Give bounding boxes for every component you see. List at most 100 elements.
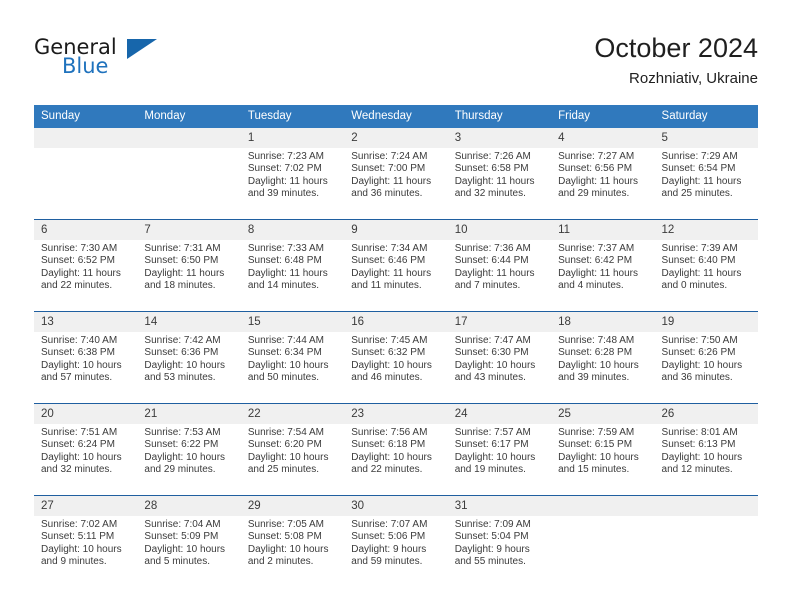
day-cell[interactable]: Sunrise: 7:50 AM Sunset: 6:26 PM Dayligh… xyxy=(654,332,758,403)
sunset-text: Sunset: 5:09 PM xyxy=(144,531,219,543)
day-number: 8 xyxy=(240,220,345,240)
day-cell[interactable]: Sunrise: 7:44 AM Sunset: 6:34 PM Dayligh… xyxy=(240,332,345,403)
sunset-text: Sunset: 6:32 PM xyxy=(351,347,426,359)
week-3-info-row: Sunrise: 7:40 AM Sunset: 6:38 PM Dayligh… xyxy=(34,332,758,403)
sunrise-text: Sunrise: 7:31 AM xyxy=(144,243,221,254)
day-cell[interactable]: Sunrise: 8:01 AM Sunset: 6:13 PM Dayligh… xyxy=(654,424,758,495)
day-number xyxy=(34,128,138,148)
daylight-text-line2: and 19 minutes. xyxy=(454,464,526,476)
day-cell[interactable]: Sunrise: 7:59 AM Sunset: 6:15 PM Dayligh… xyxy=(551,424,655,495)
day-cell[interactable]: Sunrise: 7:47 AM Sunset: 6:30 PM Dayligh… xyxy=(447,332,552,403)
day-cell[interactable]: Sunrise: 7:33 AM Sunset: 6:48 PM Dayligh… xyxy=(240,240,345,311)
weekday-header-friday: Friday xyxy=(551,105,655,128)
week-5-daynum-row: 27 28 29 30 31 xyxy=(34,496,758,516)
daylight-text-line1: Daylight: 10 hours xyxy=(144,359,226,371)
sunrise-text: Sunrise: 7:44 AM xyxy=(247,335,324,346)
sunrise-text: Sunrise: 7:40 AM xyxy=(41,335,118,346)
day-number: 12 xyxy=(654,220,758,240)
day-cell[interactable]: Sunrise: 7:34 AM Sunset: 6:46 PM Dayligh… xyxy=(344,240,448,311)
day-cell[interactable]: Sunrise: 7:05 AM Sunset: 5:08 PM Dayligh… xyxy=(240,516,345,587)
day-number: 22 xyxy=(240,404,345,424)
sunrise-text: Sunrise: 7:56 AM xyxy=(351,427,428,438)
sunrise-text: Sunrise: 7:51 AM xyxy=(41,427,118,438)
sunrise-text: Sunrise: 7:47 AM xyxy=(454,335,531,346)
sunrise-text: Sunrise: 7:37 AM xyxy=(558,243,635,254)
sunrise-text: Sunrise: 7:57 AM xyxy=(454,427,531,438)
sunset-text: Sunset: 5:06 PM xyxy=(351,531,426,543)
sunset-text: Sunset: 6:40 PM xyxy=(661,255,736,267)
sunrise-text: Sunrise: 8:01 AM xyxy=(661,427,738,438)
page-title: October 2024 xyxy=(594,33,758,63)
day-cell[interactable]: Sunrise: 7:31 AM Sunset: 6:50 PM Dayligh… xyxy=(137,240,241,311)
sunset-text: Sunset: 6:50 PM xyxy=(144,255,219,267)
day-cell-empty xyxy=(551,516,655,587)
day-number: 25 xyxy=(551,404,655,424)
daylight-text-line2: and 15 minutes. xyxy=(558,464,630,476)
day-number: 24 xyxy=(447,404,552,424)
day-number: 29 xyxy=(240,496,345,516)
day-cell[interactable]: Sunrise: 7:37 AM Sunset: 6:42 PM Dayligh… xyxy=(551,240,655,311)
day-cell[interactable]: Sunrise: 7:45 AM Sunset: 6:32 PM Dayligh… xyxy=(344,332,448,403)
day-cell[interactable]: Sunrise: 7:42 AM Sunset: 6:36 PM Dayligh… xyxy=(137,332,241,403)
daylight-text-line1: Daylight: 10 hours xyxy=(144,543,226,555)
day-cell[interactable]: Sunrise: 7:04 AM Sunset: 5:09 PM Dayligh… xyxy=(137,516,241,587)
day-cell[interactable]: Sunrise: 7:48 AM Sunset: 6:28 PM Dayligh… xyxy=(551,332,655,403)
day-cell[interactable]: Sunrise: 7:07 AM Sunset: 5:06 PM Dayligh… xyxy=(344,516,448,587)
day-number: 28 xyxy=(137,496,241,516)
weekday-header-wednesday: Wednesday xyxy=(344,105,448,128)
week-3-daynum-row: 13 14 15 16 17 18 19 xyxy=(34,312,758,332)
day-cell[interactable]: Sunrise: 7:29 AM Sunset: 6:54 PM Dayligh… xyxy=(654,148,758,219)
day-number: 10 xyxy=(447,220,552,240)
day-cell[interactable]: Sunrise: 7:39 AM Sunset: 6:40 PM Dayligh… xyxy=(654,240,758,311)
sunset-text: Sunset: 6:13 PM xyxy=(661,439,736,451)
daylight-text-line1: Daylight: 11 hours xyxy=(558,175,638,187)
day-cell[interactable]: Sunrise: 7:23 AM Sunset: 7:02 PM Dayligh… xyxy=(240,148,345,219)
daylight-text-line2: and 14 minutes. xyxy=(247,280,320,292)
daylight-text-line1: Daylight: 11 hours xyxy=(454,175,535,187)
brand-logo[interactable]: General Blue xyxy=(34,36,214,86)
weekday-header-thursday: Thursday xyxy=(447,105,552,128)
sunset-text: Sunset: 6:22 PM xyxy=(144,439,219,451)
daylight-text-line1: Daylight: 11 hours xyxy=(661,175,742,187)
sunset-text: Sunset: 6:42 PM xyxy=(558,255,633,267)
sunset-text: Sunset: 5:04 PM xyxy=(454,531,529,543)
sunset-text: Sunset: 7:02 PM xyxy=(247,163,322,175)
week-1-daynum-row: 1 2 3 4 5 xyxy=(34,128,758,148)
sunrise-text: Sunrise: 7:05 AM xyxy=(247,519,324,530)
sunset-text: Sunset: 6:26 PM xyxy=(661,347,736,359)
day-cell[interactable]: Sunrise: 7:56 AM Sunset: 6:18 PM Dayligh… xyxy=(344,424,448,495)
daylight-text-line1: Daylight: 10 hours xyxy=(41,451,122,463)
day-number: 20 xyxy=(34,404,138,424)
sunrise-text: Sunrise: 7:07 AM xyxy=(351,519,428,530)
day-cell[interactable]: Sunrise: 7:02 AM Sunset: 5:11 PM Dayligh… xyxy=(34,516,138,587)
day-cell[interactable]: Sunrise: 7:27 AM Sunset: 6:56 PM Dayligh… xyxy=(551,148,655,219)
day-cell[interactable]: Sunrise: 7:24 AM Sunset: 7:00 PM Dayligh… xyxy=(344,148,448,219)
day-cell[interactable]: Sunrise: 7:53 AM Sunset: 6:22 PM Dayligh… xyxy=(137,424,241,495)
daylight-text-line2: and 57 minutes. xyxy=(41,372,113,384)
day-cell[interactable]: Sunrise: 7:54 AM Sunset: 6:20 PM Dayligh… xyxy=(240,424,345,495)
sunset-text: Sunset: 6:34 PM xyxy=(247,347,322,359)
daylight-text-line2: and 7 minutes. xyxy=(454,280,521,292)
daylight-text-line1: Daylight: 11 hours xyxy=(247,175,328,187)
day-cell[interactable]: Sunrise: 7:09 AM Sunset: 5:04 PM Dayligh… xyxy=(447,516,552,587)
title-block: October 2024 Rozhniativ, Ukraine xyxy=(594,32,758,88)
calendar-page: General Blue October 2024 Rozhniativ, Uk… xyxy=(0,0,792,612)
daylight-text-line2: and 22 minutes. xyxy=(41,280,113,292)
daylight-text-line1: Daylight: 11 hours xyxy=(558,267,638,279)
day-number: 23 xyxy=(344,404,448,424)
day-number: 11 xyxy=(551,220,655,240)
daylight-text-line1: Daylight: 10 hours xyxy=(454,359,536,371)
day-cell[interactable]: Sunrise: 7:51 AM Sunset: 6:24 PM Dayligh… xyxy=(34,424,138,495)
daylight-text-line1: Daylight: 10 hours xyxy=(661,451,743,463)
day-cell[interactable]: Sunrise: 7:30 AM Sunset: 6:52 PM Dayligh… xyxy=(34,240,138,311)
day-cell[interactable]: Sunrise: 7:36 AM Sunset: 6:44 PM Dayligh… xyxy=(447,240,552,311)
day-number: 13 xyxy=(34,312,138,332)
page-header: General Blue October 2024 Rozhniativ, Uk… xyxy=(0,0,792,100)
daylight-text-line2: and 18 minutes. xyxy=(144,280,216,292)
day-cell[interactable]: Sunrise: 7:40 AM Sunset: 6:38 PM Dayligh… xyxy=(34,332,138,403)
day-cell[interactable]: Sunrise: 7:57 AM Sunset: 6:17 PM Dayligh… xyxy=(447,424,552,495)
sunrise-text: Sunrise: 7:29 AM xyxy=(661,151,738,162)
sunset-text: Sunset: 6:36 PM xyxy=(144,347,219,359)
day-cell[interactable]: Sunrise: 7:26 AM Sunset: 6:58 PM Dayligh… xyxy=(447,148,552,219)
week-4-info-row: Sunrise: 7:51 AM Sunset: 6:24 PM Dayligh… xyxy=(34,424,758,495)
